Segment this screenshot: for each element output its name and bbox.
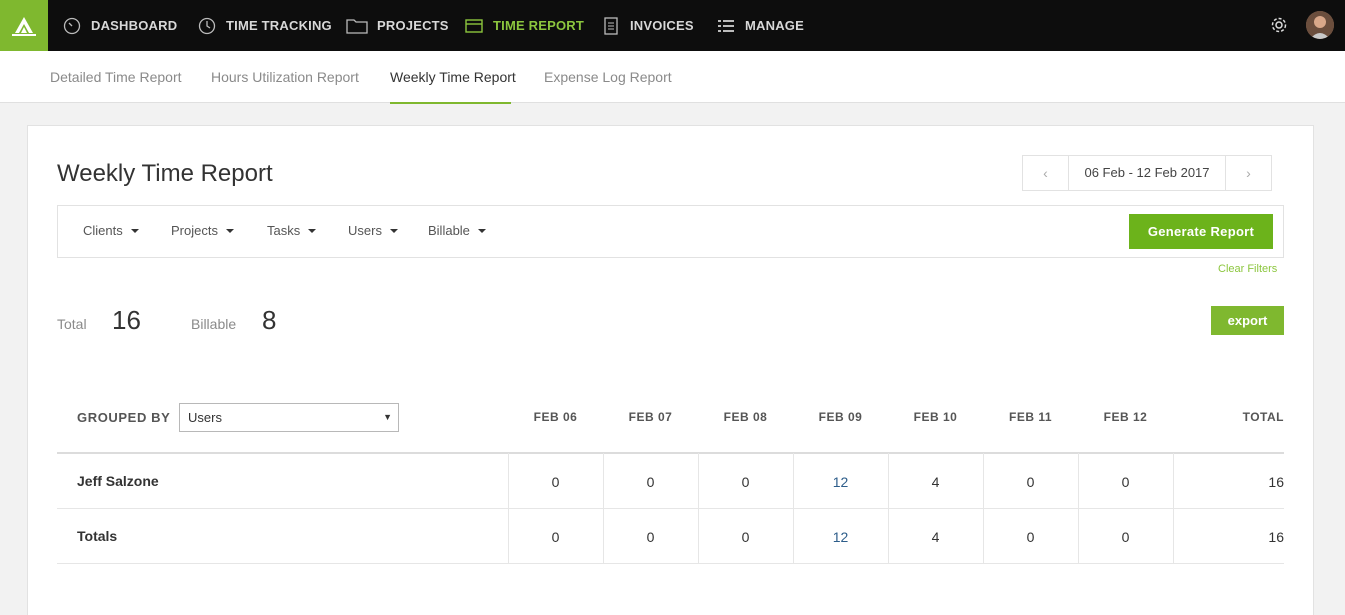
chevron-left-icon: ‹ xyxy=(1043,165,1048,181)
top-navigation: DASHBOARD TIME TRACKING PROJECTS TIME RE… xyxy=(0,0,1345,51)
total-label: Total xyxy=(57,316,87,332)
nav-manage[interactable]: MANAGE xyxy=(716,0,804,51)
column-divider xyxy=(888,453,889,563)
table-header-divider xyxy=(57,452,1284,454)
next-week-button[interactable]: › xyxy=(1225,156,1271,190)
caret-down-icon xyxy=(477,228,486,233)
folder-icon xyxy=(346,16,368,36)
grouped-by-value: Users xyxy=(188,410,222,425)
table-cell: 0 xyxy=(1121,529,1130,545)
column-divider xyxy=(698,453,699,563)
column-header-total: TOTAL xyxy=(1242,410,1284,424)
nav-invoices[interactable]: INVOICES xyxy=(601,0,694,51)
caret-down-icon xyxy=(308,228,317,233)
billable-value: 8 xyxy=(262,305,277,335)
filter-users[interactable]: Users xyxy=(348,206,398,257)
column-divider xyxy=(1078,453,1079,563)
nav-dashboard-label: DASHBOARD xyxy=(91,18,178,33)
column-divider xyxy=(603,453,604,563)
column-divider xyxy=(983,453,984,563)
table-cell: 0 xyxy=(1026,474,1035,490)
table-cell: 4 xyxy=(931,529,940,545)
filter-clients[interactable]: Clients xyxy=(83,206,139,257)
nav-time-report-label: TIME REPORT xyxy=(493,18,585,33)
table-cell: 0 xyxy=(646,529,655,545)
report-subnav: Detailed Time Report Hours Utilization R… xyxy=(0,51,1345,104)
table-cell: 0 xyxy=(741,529,750,545)
filter-tasks-label: Tasks xyxy=(267,223,301,238)
table-cell: 12 xyxy=(832,474,849,490)
column-divider xyxy=(508,453,509,563)
table-cell: 0 xyxy=(1121,474,1130,490)
nav-manage-label: MANAGE xyxy=(745,18,804,33)
caret-down-icon: ▼ xyxy=(383,412,392,422)
filter-users-label: Users xyxy=(348,223,382,238)
dashboard-icon xyxy=(62,16,82,36)
column-header: FEB 09 xyxy=(818,410,863,424)
column-header: FEB 08 xyxy=(723,410,768,424)
report-icon xyxy=(464,16,484,36)
filter-projects-label: Projects xyxy=(171,223,218,238)
column-header: FEB 11 xyxy=(1008,410,1053,424)
caret-down-icon xyxy=(225,228,234,233)
filter-billable-label: Billable xyxy=(428,223,470,238)
invoice-icon xyxy=(601,16,621,36)
row-divider xyxy=(57,563,1284,564)
filter-bar: Clients Projects Tasks Users Billable xyxy=(57,205,1284,258)
app-logo[interactable] xyxy=(0,0,48,51)
filter-clients-label: Clients xyxy=(83,223,123,238)
clear-filters-link[interactable]: Clear Filters xyxy=(1218,263,1277,275)
date-range-value[interactable]: 06 Feb - 12 Feb 2017 xyxy=(1069,156,1225,190)
gear-icon[interactable] xyxy=(1268,14,1290,36)
nav-invoices-label: INVOICES xyxy=(630,18,694,33)
column-header: FEB 06 xyxy=(533,410,578,424)
grouped-by-label: GROUPED BY xyxy=(77,410,171,425)
grouped-by-select[interactable]: Users ▼ xyxy=(179,403,399,432)
column-header: FEB 12 xyxy=(1103,410,1148,424)
filter-billable[interactable]: Billable xyxy=(428,206,486,257)
chevron-right-icon: › xyxy=(1246,165,1251,181)
tab-detailed-time-report[interactable]: Detailed Time Report xyxy=(50,51,182,103)
nav-dashboard[interactable]: DASHBOARD xyxy=(62,0,177,51)
table-cell: 0 xyxy=(1026,529,1035,545)
table-cell-total: 16 xyxy=(1268,474,1284,490)
nav-time-tracking-label: TIME TRACKING xyxy=(226,18,332,33)
table-cell: 0 xyxy=(551,529,560,545)
user-avatar[interactable] xyxy=(1306,11,1334,39)
row-divider xyxy=(57,508,1284,509)
column-header: FEB 07 xyxy=(628,410,673,424)
total-value: 16 xyxy=(112,305,141,335)
billable-label: Billable xyxy=(191,316,237,332)
generate-report-button[interactable]: Generate Report xyxy=(1129,214,1273,249)
clock-icon xyxy=(197,16,217,36)
column-header: FEB 10 xyxy=(913,410,958,424)
tab-expense-log-report[interactable]: Expense Log Report xyxy=(544,51,672,103)
logo-icon xyxy=(12,16,36,36)
table-cell: 12 xyxy=(832,529,849,545)
filter-tasks[interactable]: Tasks xyxy=(267,206,317,257)
list-icon xyxy=(716,16,736,36)
table-cell: 0 xyxy=(551,474,560,490)
table-cell: 0 xyxy=(646,474,655,490)
column-divider xyxy=(793,453,794,563)
table-cell-total: 16 xyxy=(1268,529,1284,545)
nav-projects[interactable]: PROJECTS xyxy=(346,0,449,51)
tab-hours-utilization-report[interactable]: Hours Utilization Report xyxy=(211,51,359,103)
column-divider xyxy=(1173,453,1174,563)
row-totals-label: Totals xyxy=(77,528,118,544)
nav-projects-label: PROJECTS xyxy=(377,18,449,33)
date-range-picker: ‹ 06 Feb - 12 Feb 2017 › xyxy=(1022,155,1272,191)
nav-time-report[interactable]: TIME REPORT xyxy=(464,0,584,51)
caret-down-icon xyxy=(130,228,139,233)
caret-down-icon xyxy=(389,228,398,233)
export-button[interactable]: export xyxy=(1211,306,1284,335)
page-title: Weekly Time Report xyxy=(57,160,273,187)
table-cell: 4 xyxy=(931,474,940,490)
row-user-name[interactable]: Jeff Salzone xyxy=(77,473,159,489)
previous-week-button[interactable]: ‹ xyxy=(1023,156,1069,190)
table-cell: 0 xyxy=(741,474,750,490)
nav-time-tracking[interactable]: TIME TRACKING xyxy=(197,0,332,51)
filter-projects[interactable]: Projects xyxy=(171,206,234,257)
tab-weekly-time-report[interactable]: Weekly Time Report xyxy=(390,51,516,104)
